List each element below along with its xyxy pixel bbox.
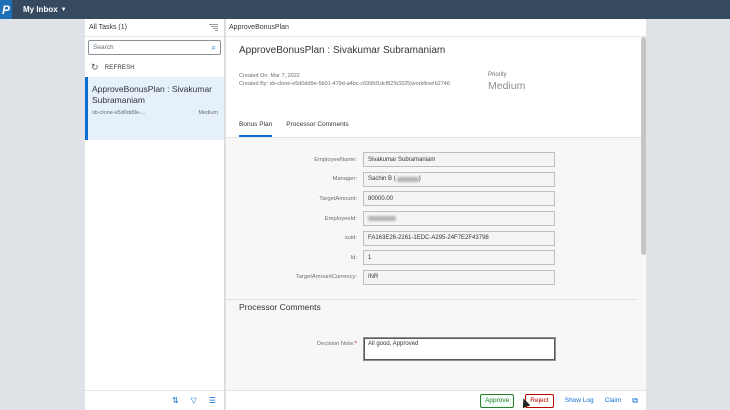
decision-note-textarea[interactable]: All good, Approved: [363, 337, 556, 361]
object-header: ApproveBonusPlan : Sivakumar Subramaniam…: [226, 37, 646, 138]
detail-titlebar: ApproveBonusPlan: [226, 19, 646, 37]
manager-label: Manager:: [332, 176, 358, 183]
refresh-icon: ↻: [91, 62, 99, 72]
task-priority: Medium: [198, 110, 218, 116]
shell-bar: P My Inbox ▼: [0, 0, 730, 19]
employee-name-field[interactable]: Sivakumar Subramaniam: [363, 152, 555, 168]
target-amount-label: TargetAmount:: [319, 195, 357, 202]
tab-processor-comments[interactable]: Processor Comments: [286, 121, 349, 137]
app-title: My Inbox: [23, 5, 58, 14]
master-list: All Tasks (1) Search ⌕ ↻ REFRESH Approve…: [85, 19, 225, 410]
created-by: Created By: sb-clone-e5d0dd9e-5b01-479d-…: [239, 81, 450, 87]
required-marker: *: [354, 341, 357, 347]
sort-icon[interactable]: ⇅: [172, 396, 179, 405]
manager-field[interactable]: Sachin B (): [363, 171, 555, 187]
detail-pane: ApproveBonusPlan ApproveBonusPlan : Siva…: [226, 19, 646, 410]
task-id: sb-clone-e5d0dd9e-...: [92, 110, 146, 116]
master-footer: ⇅ ▽ ☰: [85, 390, 224, 410]
priority-label: Priority: [488, 72, 507, 78]
form-row: Id: 1: [226, 248, 646, 268]
refresh-button[interactable]: ↻ REFRESH: [91, 62, 224, 73]
form-row: EmployeeId:: [226, 209, 646, 229]
task-title: ApproveBonusPlan : Sivakumar Subramaniam: [92, 84, 213, 105]
currency-field[interactable]: INR: [363, 269, 555, 285]
list-item[interactable]: ApproveBonusPlan : Sivakumar Subramaniam…: [85, 77, 224, 140]
redacted-mark: [368, 216, 396, 222]
redacted-mark: [396, 176, 419, 182]
form-row: EmployeeName: Sivakumar Subramaniam: [226, 150, 646, 170]
search-input[interactable]: Search ⌕: [88, 40, 221, 55]
employee-name-label: EmployeeName:: [314, 156, 357, 163]
open-external-icon[interactable]: ⧉: [632, 396, 638, 406]
target-amount-field[interactable]: 80000.00: [363, 191, 555, 207]
section-title: Processor Comments: [239, 302, 321, 312]
created-on: Created On: Mar 7, 2022: [239, 73, 300, 79]
form-row: TargetAmount: 80000.00: [226, 189, 646, 209]
scrollbar[interactable]: [641, 37, 646, 255]
suid-field[interactable]: FA163E26-2261-1EDC-A295-24F7E2F43798: [363, 230, 555, 246]
search-placeholder: Search: [93, 44, 114, 51]
manager-value: Sachin B (: [368, 176, 396, 183]
tab-bonus-plan[interactable]: Bonus Plan: [239, 121, 273, 137]
suid-label: suid:: [344, 235, 357, 242]
employee-id-label: EmployeeId:: [324, 215, 357, 222]
currency-label: TargetAmountCurrency:: [295, 274, 357, 281]
id-field[interactable]: 1: [363, 250, 555, 266]
claim-button[interactable]: Claim: [605, 397, 622, 404]
priority-value: Medium: [488, 80, 526, 92]
group-icon[interactable]: ☰: [209, 396, 216, 405]
app-title-menu[interactable]: My Inbox ▼: [23, 5, 67, 14]
tab-bar: Bonus Plan Processor Comments: [239, 121, 349, 137]
approve-button[interactable]: Approve: [480, 393, 515, 408]
refresh-label: REFRESH: [104, 64, 135, 71]
employee-id-field[interactable]: [363, 211, 555, 227]
decision-note-row: Decision Note:* All good, Approved: [226, 337, 556, 361]
form-row: TargetAmountCurrency: INR: [226, 268, 646, 288]
action-footer: Approve Reject Show Log Claim ⧉: [226, 390, 646, 410]
processor-comments-section: Processor Comments: [226, 302, 636, 312]
filter-icon[interactable]: ▽: [191, 396, 197, 405]
page-title: ApproveBonusPlan : Sivakumar Subramaniam: [239, 45, 446, 56]
chevron-down-icon: ▼: [60, 6, 67, 13]
sap-logo: P: [0, 0, 12, 19]
form-row: suid: FA163E26-2261-1EDC-A295-24F7E2F437…: [226, 228, 646, 248]
section-divider: [226, 299, 636, 300]
show-log-button[interactable]: Show Log: [565, 397, 594, 404]
master-header: All Tasks (1): [85, 19, 224, 37]
master-title: All Tasks (1): [89, 24, 127, 31]
search-icon[interactable]: ⌕: [212, 43, 216, 53]
bonus-plan-form: EmployeeName: Sivakumar Subramaniam Mana…: [226, 138, 646, 287]
id-label: Id:: [350, 254, 357, 261]
list-settings-icon[interactable]: [209, 23, 218, 32]
form-row: Manager: Sachin B (): [226, 170, 646, 190]
decision-note-label: Decision Note:*: [317, 341, 357, 347]
